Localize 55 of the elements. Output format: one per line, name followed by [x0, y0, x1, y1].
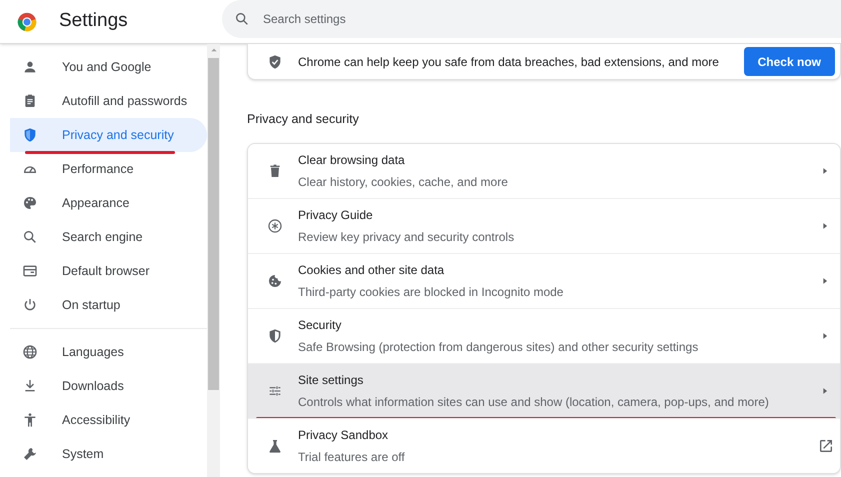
settings-row[interactable]: Privacy Sandbox Trial features are off [248, 418, 840, 473]
sidebar-item[interactable]: Performance [10, 152, 207, 186]
external-link-icon [818, 438, 834, 454]
sidebar-item[interactable]: Appearance [10, 186, 207, 220]
scrollbar[interactable] [207, 44, 220, 477]
row-subtitle: Trial features are off [298, 448, 406, 466]
sidebar-icon [22, 195, 38, 211]
row-title: Security [298, 316, 342, 334]
row-title: Site settings [298, 372, 364, 389]
settings-row[interactable]: Site settings Controls what information sites can use and show (location, camera, pop-ups, and more) [248, 364, 840, 418]
section-heading: Privacy and security [247, 111, 360, 128]
settings-row[interactable]: Privacy Guide Review key privacy and security controls [248, 198, 840, 253]
sidebar-item[interactable]: Default browser [10, 254, 207, 288]
row-subtitle: Review key privacy and security controls [298, 228, 516, 246]
check-now-button[interactable]: Check now [744, 47, 835, 76]
sidebar-icon [22, 297, 38, 313]
sidebar-item[interactable]: Autofill and passwords [10, 84, 207, 118]
row-subtitle: Safe Browsing (protection from dangerous sites) and other security settings [298, 338, 700, 356]
row-title: Privacy Sandbox [298, 426, 390, 444]
settings-row[interactable]: Cookies and other site data Third-party cookies are blocked in Incognito mode [248, 254, 840, 308]
page-title: Settings [59, 9, 129, 34]
sidebar-item[interactable]: Privacy and security [10, 118, 207, 152]
sidebar-icon [22, 412, 38, 428]
search-field[interactable]: Search settings [222, 0, 841, 38]
row-icon [267, 438, 283, 454]
shield-check-icon [267, 54, 283, 70]
sidebar-icon [22, 229, 38, 245]
sidebar-icon [22, 59, 38, 75]
row-subtitle: Clear history, cookies, cache, and more [298, 174, 509, 191]
row-title: Cookies and other site data [298, 262, 446, 279]
row-title: Privacy Guide [298, 206, 374, 224]
row-title: Clear browsing data [298, 152, 406, 169]
chrome-logo-icon [17, 12, 37, 32]
row-subtitle: Third-party cookies are blocked in Incognito mode [298, 284, 564, 301]
settings-row[interactable]: Security Safe Browsing (protection from dangerous sites) and other security settings [248, 308, 840, 363]
sidebar-item[interactable]: You and Google [10, 50, 207, 84]
sidebar-icon [22, 263, 38, 279]
row-icon [267, 272, 283, 289]
sidebar-item[interactable]: On startup [10, 288, 207, 322]
row-subtitle: Controls what information sites can use and show (location, camera, pop-ups, and more) [298, 394, 770, 411]
row-icon [267, 328, 283, 344]
search-icon [234, 10, 250, 26]
sidebar-icon [22, 344, 38, 360]
sidebar-icon [22, 446, 38, 462]
sidebar-item[interactable]: Languages [10, 335, 207, 369]
settings-row[interactable]: Clear browsing data Clear history, cookies, cache, and more [248, 144, 840, 198]
scroll-up-icon [210, 46, 218, 54]
sidebar-item[interactable]: Downloads [10, 369, 207, 403]
sidebar-item[interactable]: Accessibility [10, 403, 207, 437]
sidebar-item[interactable]: Search engine [10, 220, 207, 254]
sidebar-item[interactable]: System [10, 437, 207, 471]
sidebar-icon [22, 127, 38, 143]
safety-check-text: Chrome can help keep you safe from data breaches, bad extensions, and more [298, 54, 720, 70]
scrollbar-thumb[interactable] [208, 58, 219, 390]
row-icon [267, 218, 283, 234]
